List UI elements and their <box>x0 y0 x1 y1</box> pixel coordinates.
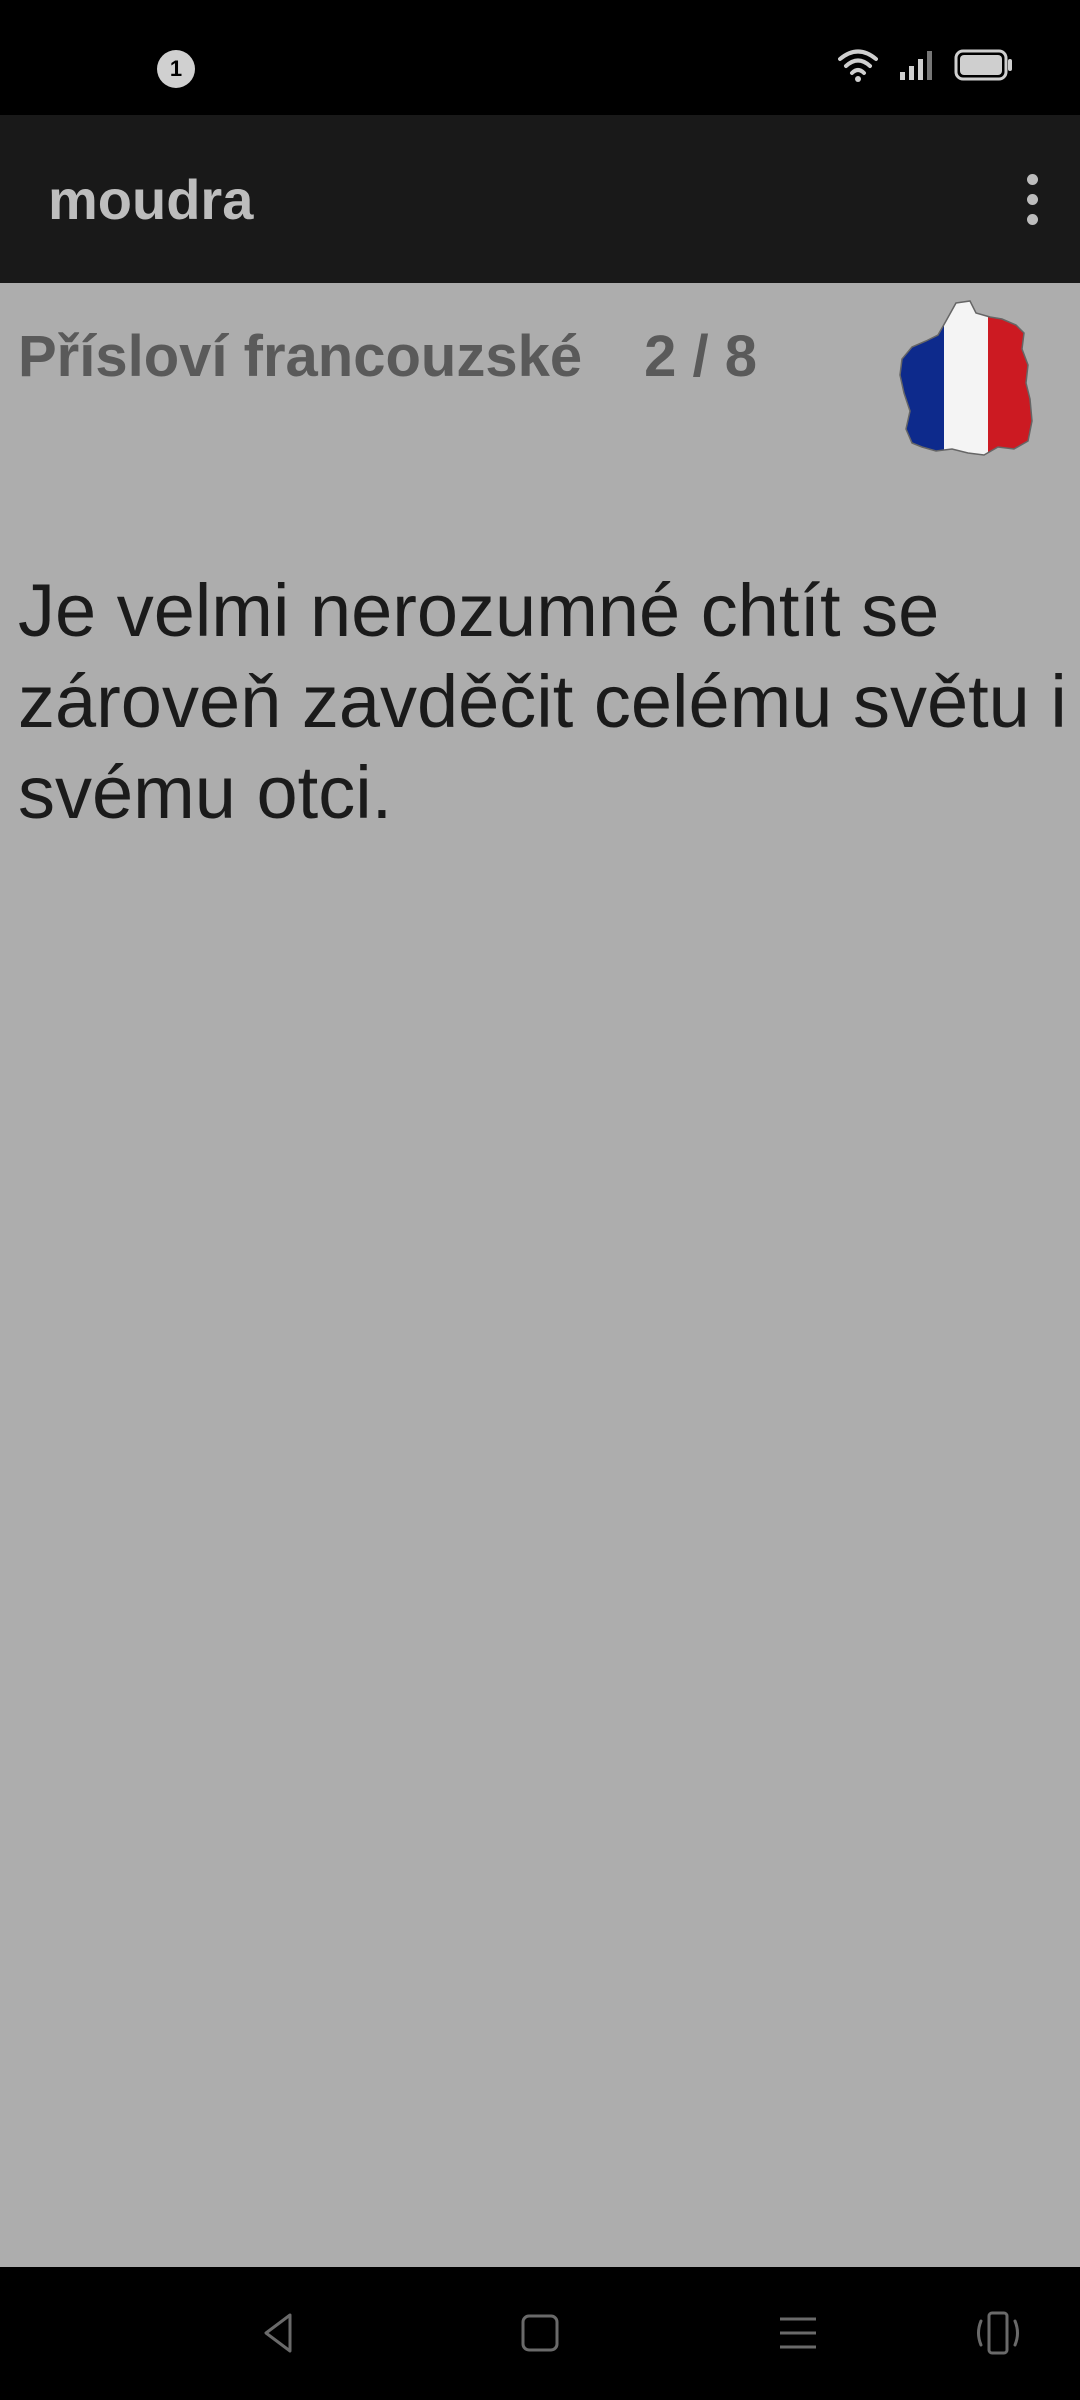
rotate-icon[interactable] <box>972 2307 1024 2359</box>
system-nav-bar <box>0 2267 1080 2400</box>
status-bar: 1 <box>0 0 1080 115</box>
battery-icon <box>954 49 1012 81</box>
more-vert-icon[interactable] <box>1002 159 1062 239</box>
back-icon[interactable] <box>254 2307 306 2359</box>
signal-icon <box>900 51 932 80</box>
notification-badge: 1 <box>157 50 195 88</box>
app-title: moudra <box>48 167 254 231</box>
category-title: Přísloví francouzské <box>18 324 583 389</box>
home-icon[interactable] <box>514 2307 566 2359</box>
proverb-screen: Přísloví francouzské 2 / 8 Je velmi nero… <box>0 283 1080 2267</box>
france-flag-map-icon[interactable] <box>898 299 1034 459</box>
proverb-text: Je velmi nerozumné chtít se zároveň zavd… <box>18 569 1067 834</box>
status-icons <box>838 48 1014 82</box>
proverb-header: Přísloví francouzské 2 / 8 <box>18 323 757 390</box>
wifi-icon <box>838 49 878 82</box>
recents-icon[interactable] <box>772 2307 824 2359</box>
proverb-counter: 2 / 8 <box>644 324 757 389</box>
app-bar: moudra <box>0 115 1080 283</box>
